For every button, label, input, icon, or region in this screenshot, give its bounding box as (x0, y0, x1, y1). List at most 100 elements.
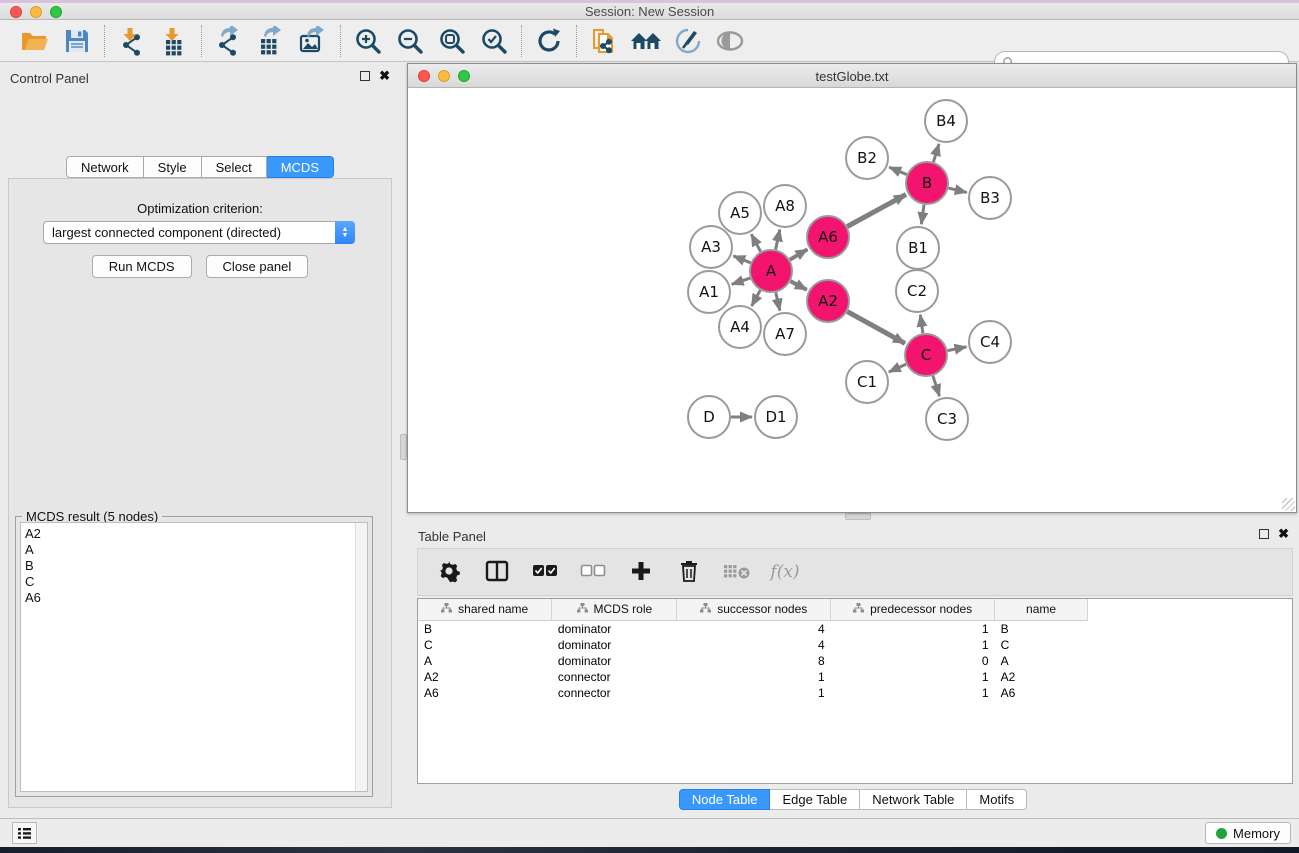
column-header[interactable]: shared name (418, 599, 552, 620)
cell-predecessor_nodes[interactable]: 1 (831, 620, 995, 637)
cell-mcds_role[interactable]: connector (552, 669, 677, 685)
column-header[interactable]: name (995, 599, 1088, 620)
cell-shared_name[interactable]: A6 (418, 685, 552, 701)
cell-shared_name[interactable]: A2 (418, 669, 552, 685)
node-D1[interactable]: D1 (755, 396, 797, 438)
edge-C-C4[interactable] (948, 347, 967, 351)
node-C[interactable]: C (905, 334, 947, 376)
tab-style[interactable]: Style (144, 156, 202, 178)
column-header[interactable]: successor nodes (677, 599, 831, 620)
node-A[interactable]: A (750, 250, 792, 292)
run-mcds-button[interactable]: Run MCDS (92, 255, 192, 278)
node-A2[interactable]: A2 (807, 280, 849, 322)
delete-column-button[interactable] (676, 557, 702, 587)
open-session-button[interactable] (18, 25, 52, 57)
zoom-fit-button[interactable] (435, 25, 469, 57)
cell-predecessor_nodes[interactable]: 0 (831, 653, 995, 669)
tab-edge-table[interactable]: Edge Table (770, 789, 860, 810)
node-B2[interactable]: B2 (846, 137, 888, 179)
table-row[interactable]: Bdominator41B (418, 620, 1088, 637)
cell-successor_nodes[interactable]: 8 (677, 653, 831, 669)
node-C2[interactable]: C2 (896, 270, 938, 312)
vertical-splitter[interactable] (400, 62, 407, 818)
horizontal-splitter-handle[interactable] (845, 513, 871, 520)
result-item[interactable]: A (25, 542, 367, 558)
table-row[interactable]: A2connector11A2 (418, 669, 1088, 685)
home-button[interactable] (629, 25, 663, 57)
float-table-panel-icon[interactable] (1259, 529, 1269, 539)
edge-B-B1[interactable] (921, 205, 924, 224)
select-all-button[interactable] (532, 557, 558, 587)
tab-mcds[interactable]: MCDS (267, 156, 334, 178)
node-C3[interactable]: C3 (926, 398, 968, 440)
tab-network[interactable]: Network (66, 156, 144, 178)
zoom-selected-button[interactable] (477, 25, 511, 57)
import-network-button[interactable] (115, 25, 149, 57)
clone-network-button[interactable] (587, 25, 621, 57)
cell-name[interactable]: C (995, 637, 1088, 653)
cell-name[interactable]: A2 (995, 669, 1088, 685)
edge-A-A1[interactable] (732, 278, 751, 284)
cell-mcds_role[interactable]: dominator (552, 653, 677, 669)
cell-name[interactable]: A (995, 653, 1088, 669)
cell-name[interactable]: A6 (995, 685, 1088, 701)
tab-select[interactable]: Select (202, 156, 267, 178)
node-B[interactable]: B (906, 162, 948, 204)
vertical-splitter-handle[interactable] (400, 434, 407, 460)
delete-table-button[interactable] (724, 557, 750, 587)
export-table-button[interactable] (254, 25, 288, 57)
cell-successor_nodes[interactable]: 4 (677, 620, 831, 637)
network-canvas[interactable]: B4B2BB3A5A8A6A3B1AA1C2A2A4A7C4CC1DD1C3 (408, 88, 1296, 512)
memory-button[interactable]: Memory (1205, 822, 1291, 844)
tab-motifs[interactable]: Motifs (967, 789, 1027, 810)
result-list-scrollbar[interactable] (355, 523, 367, 791)
cell-shared_name[interactable]: A (418, 653, 552, 669)
edge-A6-B[interactable] (847, 195, 906, 227)
node-A1[interactable]: A1 (688, 271, 730, 313)
node-A3[interactable]: A3 (690, 226, 732, 268)
hide-graphics-button[interactable] (671, 25, 705, 57)
edge-C-C2[interactable] (920, 315, 923, 333)
node-A6[interactable]: A6 (807, 216, 849, 258)
add-column-button[interactable] (628, 557, 654, 587)
save-session-button[interactable] (60, 25, 94, 57)
tab-network-table[interactable]: Network Table (860, 789, 967, 810)
cell-shared_name[interactable]: B (418, 620, 552, 637)
node-A5[interactable]: A5 (719, 192, 761, 234)
zoom-in-button[interactable] (351, 25, 385, 57)
edge-A-A2[interactable] (791, 281, 807, 290)
network-graph[interactable]: B4B2BB3A5A8A6A3B1AA1C2A2A4A7C4CC1DD1C3 (408, 88, 1296, 512)
zoom-out-button[interactable] (393, 25, 427, 57)
import-table-button[interactable] (157, 25, 191, 57)
column-header[interactable]: MCDS role (552, 599, 677, 620)
mcds-result-list[interactable]: A2ABCA6 (20, 522, 368, 792)
function-builder-button[interactable]: f(x) (772, 557, 798, 587)
node-B4[interactable]: B4 (925, 100, 967, 142)
node-D[interactable]: D (688, 396, 730, 438)
gear-button[interactable] (436, 557, 462, 587)
tab-node-table[interactable]: Node Table (679, 789, 771, 810)
table-row[interactable]: Cdominator41C (418, 637, 1088, 653)
float-panel-icon[interactable] (360, 71, 370, 81)
edge-A-A6[interactable] (790, 249, 808, 259)
cell-shared_name[interactable]: C (418, 637, 552, 653)
cell-successor_nodes[interactable]: 1 (677, 669, 831, 685)
edge-A-A3[interactable] (733, 256, 750, 263)
node-A4[interactable]: A4 (719, 306, 761, 348)
optimization-criterion-dropdown[interactable]: largest connected component (directed) ▲… (43, 221, 355, 244)
edge-A-A4[interactable] (752, 290, 761, 306)
edge-B-B3[interactable] (948, 188, 966, 192)
close-panel-icon[interactable]: ✖ (379, 71, 390, 81)
cell-mcds_role[interactable]: dominator (552, 620, 677, 637)
refresh-button[interactable] (532, 25, 566, 57)
task-history-button[interactable] (12, 822, 37, 844)
show-graphics-button[interactable] (713, 25, 747, 57)
cell-name[interactable]: B (995, 620, 1088, 637)
edge-A-A7[interactable] (776, 293, 780, 311)
result-item[interactable]: B (25, 558, 367, 574)
deselect-all-button[interactable] (580, 557, 606, 587)
column-header[interactable]: predecessor nodes (831, 599, 995, 620)
columns-button[interactable] (484, 557, 510, 587)
cell-predecessor_nodes[interactable]: 1 (831, 685, 995, 701)
cell-predecessor_nodes[interactable]: 1 (831, 637, 995, 653)
